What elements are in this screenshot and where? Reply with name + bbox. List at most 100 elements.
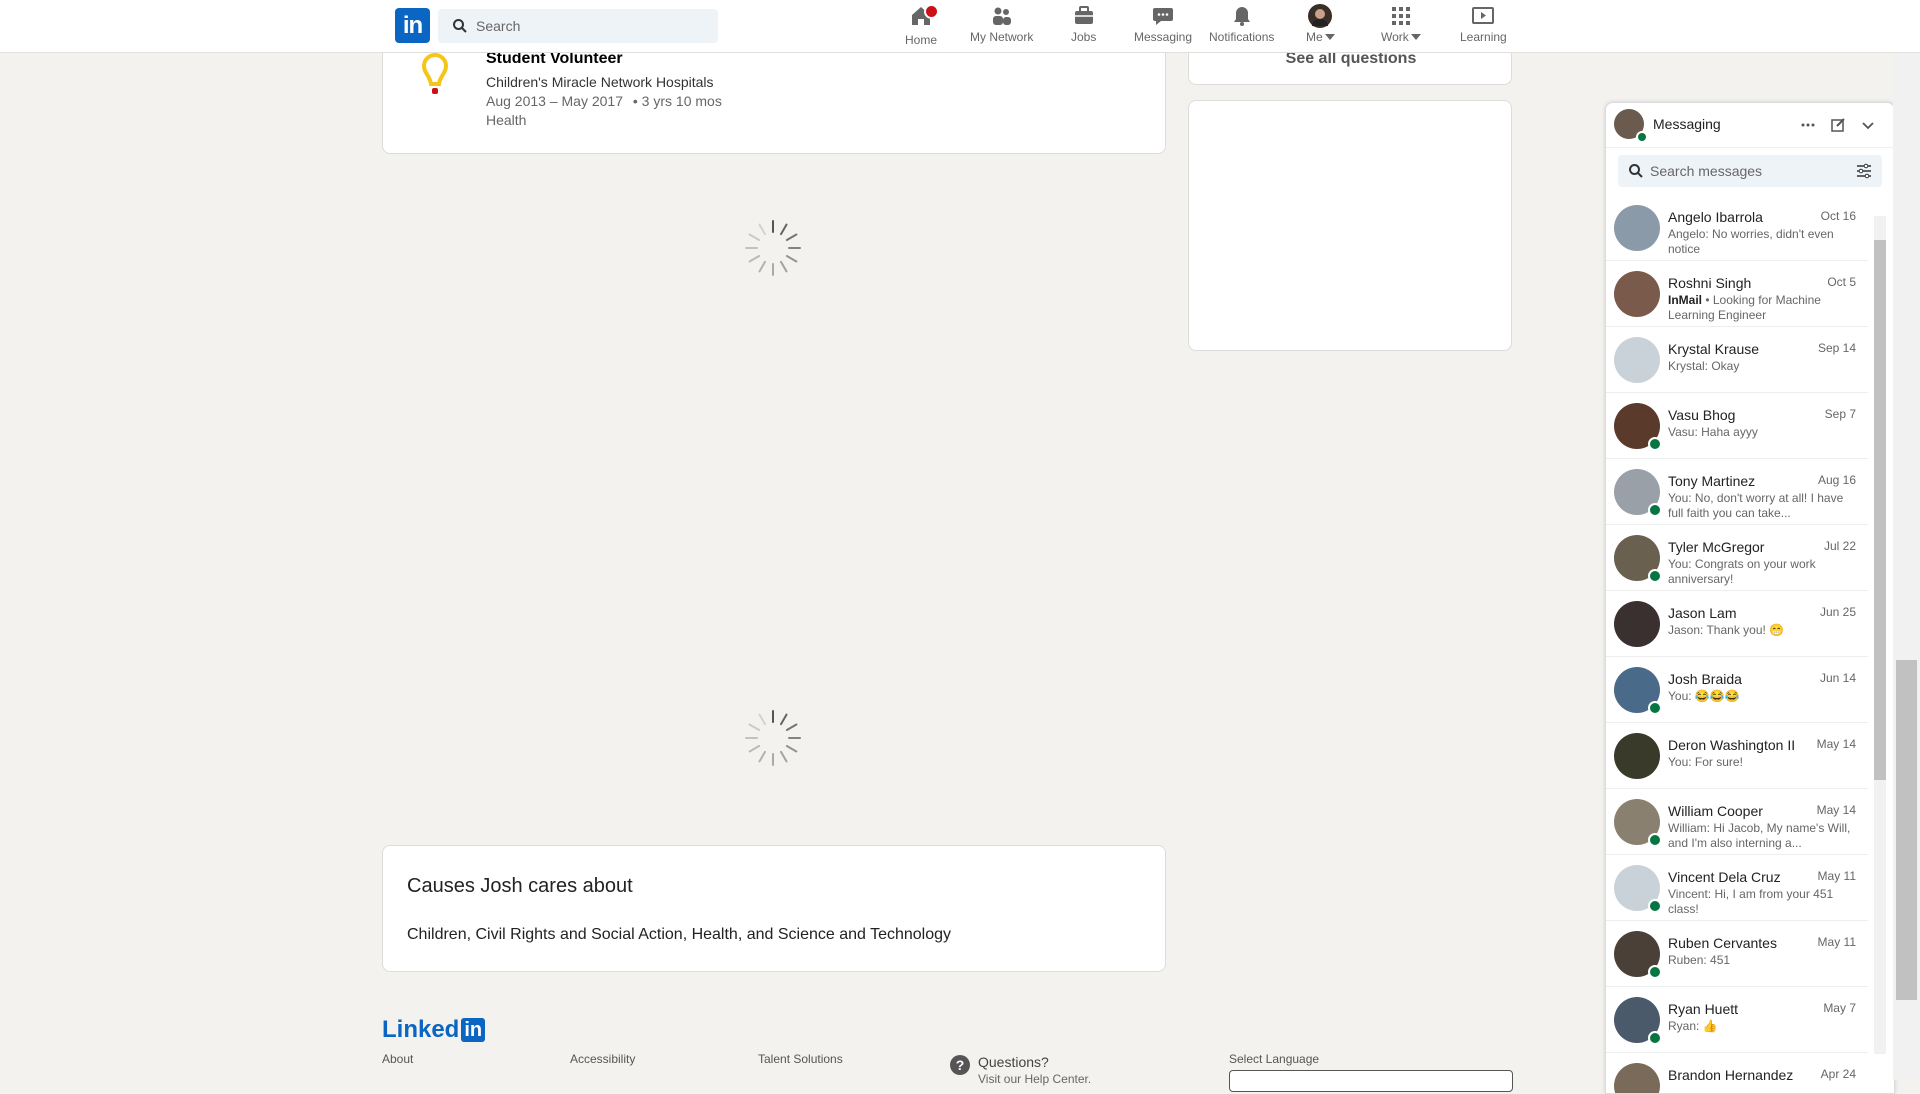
chevron-down-icon (1410, 34, 1421, 40)
conversation-item[interactable]: Josh Braida Jun 14 You: 😂😂😂 (1606, 657, 1868, 723)
avatar (1614, 205, 1660, 251)
footer-logo-in: in (461, 1018, 486, 1042)
conversation-snippet: Vincent: Hi, I am from your 451 class! (1668, 887, 1834, 916)
inmail-label: InMail (1668, 293, 1703, 307)
online-status-indicator (1648, 503, 1662, 517)
nav-work[interactable]: Work (1381, 4, 1421, 50)
online-status-indicator (1648, 899, 1662, 913)
avatar (1308, 4, 1333, 28)
compose-icon[interactable] (1828, 115, 1848, 135)
footer-link-accessibility[interactable]: Accessibility (570, 1052, 635, 1066)
conversation-date: Sep 7 (1824, 407, 1856, 421)
conversation-date: Jun 25 (1819, 605, 1856, 619)
conversation-item[interactable]: Deron Washington II May 14 You: For sure… (1606, 723, 1868, 789)
conversation-item[interactable]: Ryan Huett May 7 Ryan: 👍 (1606, 987, 1868, 1053)
conversation-name: Josh Braida (1668, 671, 1742, 687)
search-icon (453, 19, 467, 33)
filter-icon[interactable] (1856, 163, 1872, 179)
page-scrollbar-thumb[interactable] (1896, 660, 1917, 1000)
conversation-item[interactable]: Vasu Bhog Sep 7 Vasu: Haha ayyy (1606, 393, 1868, 459)
avatar (1614, 1063, 1660, 1093)
linkedin-logo[interactable]: in (395, 8, 430, 43)
avatar (1614, 337, 1660, 383)
messaging-scrollbar[interactable] (1870, 200, 1890, 1070)
top-nav: in Search Home My Network Jobs Messaging… (0, 0, 1920, 53)
conversation-date: Aug 16 (1817, 473, 1856, 487)
conversation-name: Ruben Cervantes (1668, 935, 1777, 951)
conversation-item[interactable]: Tyler McGregor Jul 22 You: Congrats on y… (1606, 525, 1868, 591)
page-scrollbar[interactable] (1893, 0, 1920, 1080)
conversation-item[interactable]: Ruben Cervantes May 11 Ruben: 451 (1606, 921, 1868, 987)
conversation-name: Vasu Bhog (1668, 407, 1736, 423)
online-status-indicator (1648, 833, 1662, 847)
messaging-icon (1153, 8, 1174, 25)
jobs-icon (1074, 6, 1093, 24)
network-icon (992, 7, 1011, 25)
causes-title: Causes Josh cares about (407, 875, 633, 897)
conversation-date: May 11 (1817, 935, 1856, 949)
nav-jobs-label: Jobs (1071, 30, 1097, 44)
nav-learning[interactable]: Learning (1460, 4, 1507, 50)
language-select[interactable] (1229, 1070, 1513, 1092)
conversation-date: Sep 14 (1817, 341, 1856, 355)
conversation-snippet: You: For sure! (1668, 755, 1743, 769)
nav-notifications-label: Notifications (1209, 30, 1275, 44)
conversation-snippet: You: Congrats on your work anniversary! (1668, 557, 1816, 586)
nav-home-label: Home (905, 33, 938, 47)
volunteer-cause: Health (486, 112, 527, 128)
nav-home[interactable]: Home (905, 4, 939, 50)
conversation-date: May 11 (1817, 869, 1856, 883)
nav-messaging[interactable]: Messaging (1134, 4, 1192, 50)
nav-jobs[interactable]: Jobs (1071, 4, 1096, 50)
conversation-name: Krystal Krause (1668, 341, 1760, 357)
conversation-snippet: You: No, don't worry at all! I have full… (1668, 491, 1844, 520)
scrollbar-thumb[interactable] (1874, 240, 1886, 780)
conversation-date: Apr 24 (1820, 1067, 1856, 1081)
conversation-item[interactable]: Jason Lam Jun 25 Jason: Thank you! 😁 (1606, 591, 1868, 657)
conversation-date: May 14 (1816, 803, 1856, 817)
conversation-snippet: You: 😂😂😂 (1668, 689, 1740, 703)
conversation-item[interactable]: Brandon Hernandez Apr 24 (1606, 1053, 1868, 1093)
notification-badge (924, 4, 939, 19)
nav-my-network[interactable]: My Network (970, 4, 1033, 50)
nav-learning-label: Learning (1460, 30, 1507, 44)
messaging-title: Messaging (1653, 116, 1721, 132)
causes-card (382, 845, 1166, 972)
conversation-date: Oct 16 (1820, 209, 1856, 223)
conversation-name: Tyler McGregor (1668, 539, 1765, 555)
nav-me[interactable]: Me (1306, 4, 1335, 50)
search-icon (1629, 164, 1643, 178)
nav-me-label: Me (1306, 30, 1323, 44)
sidebar-ad-card (1188, 100, 1512, 351)
conversation-item[interactable]: Angelo Ibarrola Oct 16 Angelo: No worrie… (1606, 195, 1868, 261)
footer-help-center-link[interactable]: Visit our Help Center. (978, 1072, 1091, 1086)
conversation-name: Jason Lam (1668, 605, 1737, 621)
messaging-search-input[interactable]: Search messages (1618, 155, 1882, 187)
chevron-down-icon (1324, 34, 1335, 40)
footer-logo[interactable]: Linked in (382, 1016, 486, 1044)
grid-icon (1391, 7, 1410, 25)
conversation-item[interactable]: Krystal Krause Sep 14 Krystal: Okay (1606, 327, 1868, 393)
messaging-panel: Messaging Search messages Angelo Ibarrol… (1605, 102, 1895, 1094)
conversation-snippet: William: Hi Jacob, My name's Will, and I… (1668, 821, 1851, 850)
learning-icon (1472, 7, 1495, 24)
conversation-name: Roshni Singh (1668, 275, 1752, 291)
footer-link-talent-solutions[interactable]: Talent Solutions (758, 1052, 843, 1066)
more-options-icon[interactable] (1798, 115, 1818, 135)
help-icon: ? (950, 1055, 970, 1075)
footer-questions[interactable]: Questions? (978, 1054, 1049, 1070)
avatar (1614, 601, 1660, 647)
search-input[interactable]: Search (438, 9, 718, 43)
conversation-item[interactable]: Roshni Singh Oct 5 InMail • Looking for … (1606, 261, 1868, 327)
footer-link-about[interactable]: About (382, 1052, 413, 1066)
nav-notifications[interactable]: Notifications (1209, 4, 1274, 50)
search-placeholder: Search (476, 18, 521, 34)
chevron-down-icon[interactable] (1858, 115, 1878, 135)
messaging-header[interactable]: Messaging (1606, 103, 1894, 148)
conversation-item[interactable]: Tony Martinez Aug 16 You: No, don't worr… (1606, 459, 1868, 525)
avatar (1614, 271, 1660, 317)
conversation-item[interactable]: Vincent Dela Cruz May 11 Vincent: Hi, I … (1606, 855, 1868, 921)
conversation-snippet: Angelo: No worries, didn't even notice (1668, 227, 1834, 256)
online-status-indicator (1648, 965, 1662, 979)
conversation-item[interactable]: William Cooper May 14 William: Hi Jacob,… (1606, 789, 1868, 855)
